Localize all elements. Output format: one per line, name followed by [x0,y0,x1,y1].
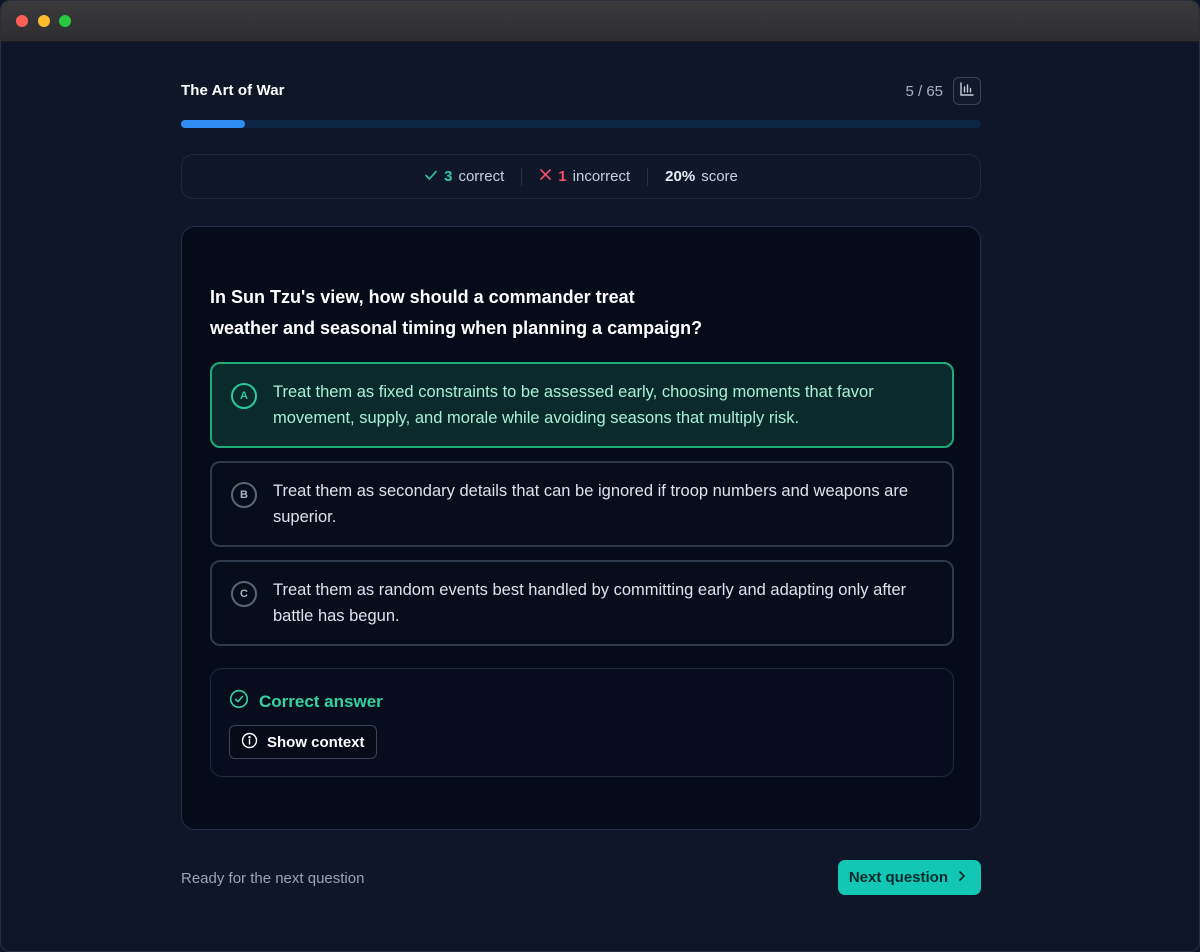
maximize-window-button[interactable] [59,15,71,27]
question-line: In Sun Tzu's view, how should a commande… [210,287,635,307]
option-text: Treat them as fixed constraints to be as… [273,383,874,427]
progress-count: 5 / 65 [905,83,943,100]
minimize-window-button[interactable] [38,15,50,27]
score-label: score [701,168,738,185]
x-icon [539,168,552,185]
check-icon [424,168,438,186]
option-letter-badge: A [231,383,257,409]
next-question-button[interactable]: Next question [837,860,981,895]
check-circle-icon [229,689,249,714]
question-line: weather and seasonal timing when plannin… [210,318,703,338]
question-card: In Sun Tzu's view, how should a commande… [181,226,981,830]
info-icon [241,732,258,753]
answer-option-c[interactable]: C Treat them as random events best handl… [210,560,954,646]
app-window: The Art of War 5 / 65 3 correct 1 incorr… [0,0,1200,952]
option-text: Treat them as random events best handled… [273,581,907,625]
bar-chart-icon [959,81,975,102]
show-context-label: Show context [267,733,365,751]
incorrect-count: 1 [558,168,567,185]
option-letter-badge: C [231,581,257,607]
chevron-right-icon [956,869,968,886]
status-text: Ready for the next question [181,870,365,887]
window-titlebar [1,1,1199,42]
answer-option-a[interactable]: A Treat them as fixed constraints to be … [210,362,954,448]
correct-label: correct [458,168,505,185]
incorrect-stat: 1 incorrect [522,168,647,185]
answer-option-b[interactable]: B Treat them as secondary details that c… [210,461,954,547]
score-value: 20% [665,168,696,185]
question-text: In Sun Tzu's view, how should a commande… [210,282,730,344]
quiz-title: The Art of War [181,82,285,99]
feedback-title-text: Correct answer [259,691,383,711]
next-question-label: Next question [848,869,948,886]
show-context-button[interactable]: Show context [229,725,377,759]
feedback-title: Correct answer [229,689,383,714]
progress-bar-fill [181,120,245,128]
option-letter-badge: B [231,482,257,508]
close-window-button[interactable] [16,15,28,27]
correct-count: 3 [444,168,453,185]
incorrect-label: incorrect [572,168,631,185]
progress-bar [181,120,981,128]
correct-stat: 3 correct [407,168,521,186]
score-summary: 3 correct 1 incorrect 20% score [181,154,981,199]
stats-button[interactable] [953,77,981,105]
score-stat: 20% score [648,168,755,185]
feedback-panel: Correct answer Show context [210,668,954,777]
option-text: Treat them as secondary details that can… [273,482,909,526]
